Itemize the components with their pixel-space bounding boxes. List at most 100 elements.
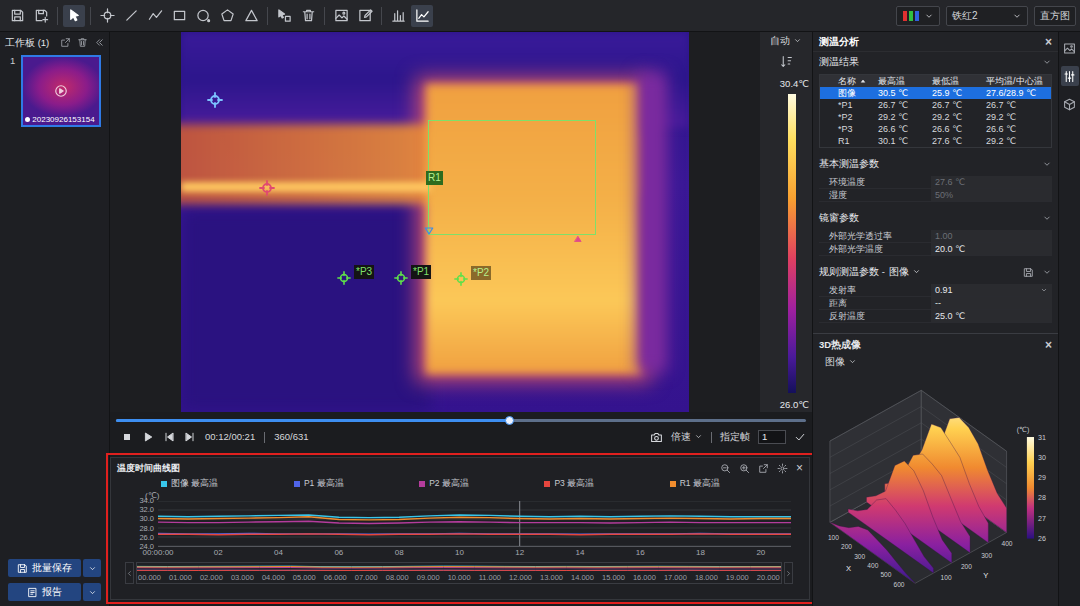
y-tick: 34.0 (139, 497, 154, 505)
param-field[interactable]: -- (931, 297, 1052, 309)
param-field[interactable]: 25.0 ℃ (931, 310, 1052, 322)
legend-item[interactable]: P2 最高温 (419, 478, 469, 489)
pointer-tool[interactable] (63, 5, 85, 27)
trash-tool[interactable] (297, 5, 319, 27)
param-field[interactable]: 0.91 (931, 284, 1052, 296)
point-tool[interactable] (96, 5, 118, 27)
point-marker[interactable]: *P3 (337, 271, 351, 285)
legend-item[interactable]: P3 最高温 (544, 478, 594, 489)
save-params-button[interactable] (1023, 266, 1034, 278)
column-header[interactable]: 名称 (820, 75, 874, 87)
pick-tool[interactable] (273, 5, 295, 27)
color-scheme-dropdown[interactable] (896, 6, 940, 26)
bars-tool[interactable] (387, 5, 409, 27)
close-button[interactable]: × (796, 462, 803, 474)
table-row[interactable]: *P229.2 ℃29.2 ℃29.2 ℃ (820, 111, 1051, 123)
table-row[interactable]: *P326.6 ℃26.6 ℃26.6 ℃ (820, 123, 1051, 135)
side-tab[interactable] (1061, 94, 1079, 114)
corner-handle[interactable] (573, 233, 583, 245)
item-index: 1 (10, 55, 15, 127)
report-button[interactable]: 报告 (8, 583, 81, 601)
side-tab[interactable] (1061, 38, 1079, 58)
play-button[interactable] (142, 431, 154, 443)
saveas-tool[interactable] (30, 5, 52, 27)
zoom-in-button[interactable] (739, 462, 750, 474)
chevron-down-icon (1042, 213, 1052, 223)
source-dropdown[interactable]: 图像 (813, 353, 1058, 370)
triangle-tool[interactable] (240, 5, 262, 27)
histogram-button[interactable]: 直方图 (1034, 6, 1076, 26)
point-label[interactable]: *P1 (411, 265, 431, 279)
param-label: 发射率 (819, 284, 931, 296)
section-header[interactable]: 测温结果 (819, 54, 1052, 70)
thermal-3d-chart[interactable]: (℃)3130292827261002003004005006001002003… (813, 370, 1058, 606)
param-value: 25.0 ℃ (935, 310, 965, 322)
navigator-preview[interactable] (137, 563, 781, 573)
curve-tool[interactable] (411, 5, 433, 27)
point-label[interactable]: *P3 (354, 265, 374, 279)
save-tool[interactable] (6, 5, 28, 27)
frame-input[interactable] (758, 430, 786, 444)
section-header[interactable]: 基本测温参数 (819, 156, 1052, 172)
line-tool[interactable] (120, 5, 142, 27)
section-header[interactable]: 镜窗参数 (819, 210, 1052, 226)
camera-icon (650, 431, 663, 444)
thumbnail[interactable]: 20230926153154 (21, 55, 101, 127)
confirm-button[interactable] (794, 431, 806, 443)
plot-area[interactable] (158, 501, 791, 547)
save-button[interactable]: 批量保存 (8, 559, 81, 577)
legend-item[interactable]: 图像 最高温 (161, 478, 218, 489)
table-row[interactable]: *P126.7 ℃26.7 ℃26.7 ℃ (820, 99, 1051, 111)
thermal-area (181, 207, 431, 412)
column-header[interactable]: 最低温 (928, 75, 982, 87)
column-header[interactable]: 平均温/中心温 (982, 75, 1051, 87)
dropdown-toggle[interactable] (83, 583, 101, 601)
prev-button[interactable] (163, 431, 175, 443)
export-button[interactable] (758, 462, 769, 474)
section-header[interactable]: 规则测温参数 -图像 (819, 264, 1052, 280)
progress-track[interactable] (116, 419, 806, 422)
scroll-right-button[interactable] (784, 562, 793, 584)
corner-handle[interactable] (423, 225, 435, 237)
rect-tool[interactable] (168, 5, 190, 27)
center-panel: R1*P3*P1*P2自动30.4℃26.0℃00:12/00:21360/63… (110, 32, 812, 606)
range-mode-dropdown[interactable]: 自动 (770, 35, 802, 46)
zoom-out-button[interactable] (720, 462, 731, 474)
stop-button[interactable] (121, 431, 133, 443)
thermal-image[interactable]: R1 *P3 *P1 *P2 (181, 32, 689, 412)
image-tool[interactable] (330, 5, 352, 27)
y-tick: 300 (981, 552, 992, 559)
panel-title: 测温分析 (819, 36, 859, 48)
dropdown-toggle[interactable] (83, 559, 101, 577)
close-button[interactable]: × (1045, 36, 1052, 48)
scroll-left-button[interactable] (125, 562, 134, 584)
polygon-tool[interactable] (216, 5, 238, 27)
legend-item[interactable]: P1 最高温 (294, 478, 344, 489)
workboard-item[interactable]: 120230926153154 (0, 53, 109, 127)
time-cursor[interactable] (519, 501, 520, 546)
param-field[interactable]: 20.0 ℃ (931, 243, 1052, 255)
region-marker[interactable]: R1 (428, 120, 596, 235)
snapshot-button[interactable] (650, 431, 663, 444)
table-row[interactable]: 图像30.5 ℃25.9 ℃27.6/28.9 ℃ (820, 87, 1051, 99)
point-marker[interactable]: *P2 (454, 272, 468, 286)
palette-dropdown[interactable]: 铁红2 (946, 6, 1028, 26)
table-cell: *P2 (820, 111, 874, 123)
chart-navigator: 00.00001.00002.00003.00004.00005.00006.0… (117, 562, 793, 584)
close-button[interactable]: × (1045, 339, 1052, 351)
ellipse-tool[interactable] (192, 5, 214, 27)
table-row[interactable]: R130.1 ℃27.6 ℃29.2 ℃ (820, 135, 1051, 147)
point-label[interactable]: *P2 (471, 266, 491, 280)
speed-dropdown[interactable]: 倍速 (671, 431, 703, 442)
settings-button[interactable] (777, 462, 788, 474)
legend-item[interactable]: R1 最高温 (670, 478, 720, 489)
column-header[interactable]: 最高温 (874, 75, 928, 87)
edit-tool[interactable] (354, 5, 376, 27)
point-marker[interactable]: *P1 (394, 271, 408, 285)
polyline-tool[interactable] (144, 5, 166, 27)
region-label[interactable]: R1 (426, 171, 443, 185)
progress-thumb[interactable] (505, 416, 514, 425)
next-button[interactable] (184, 431, 196, 443)
side-tab[interactable] (1061, 66, 1079, 86)
source-dropdown[interactable]: 图像 (889, 266, 921, 277)
